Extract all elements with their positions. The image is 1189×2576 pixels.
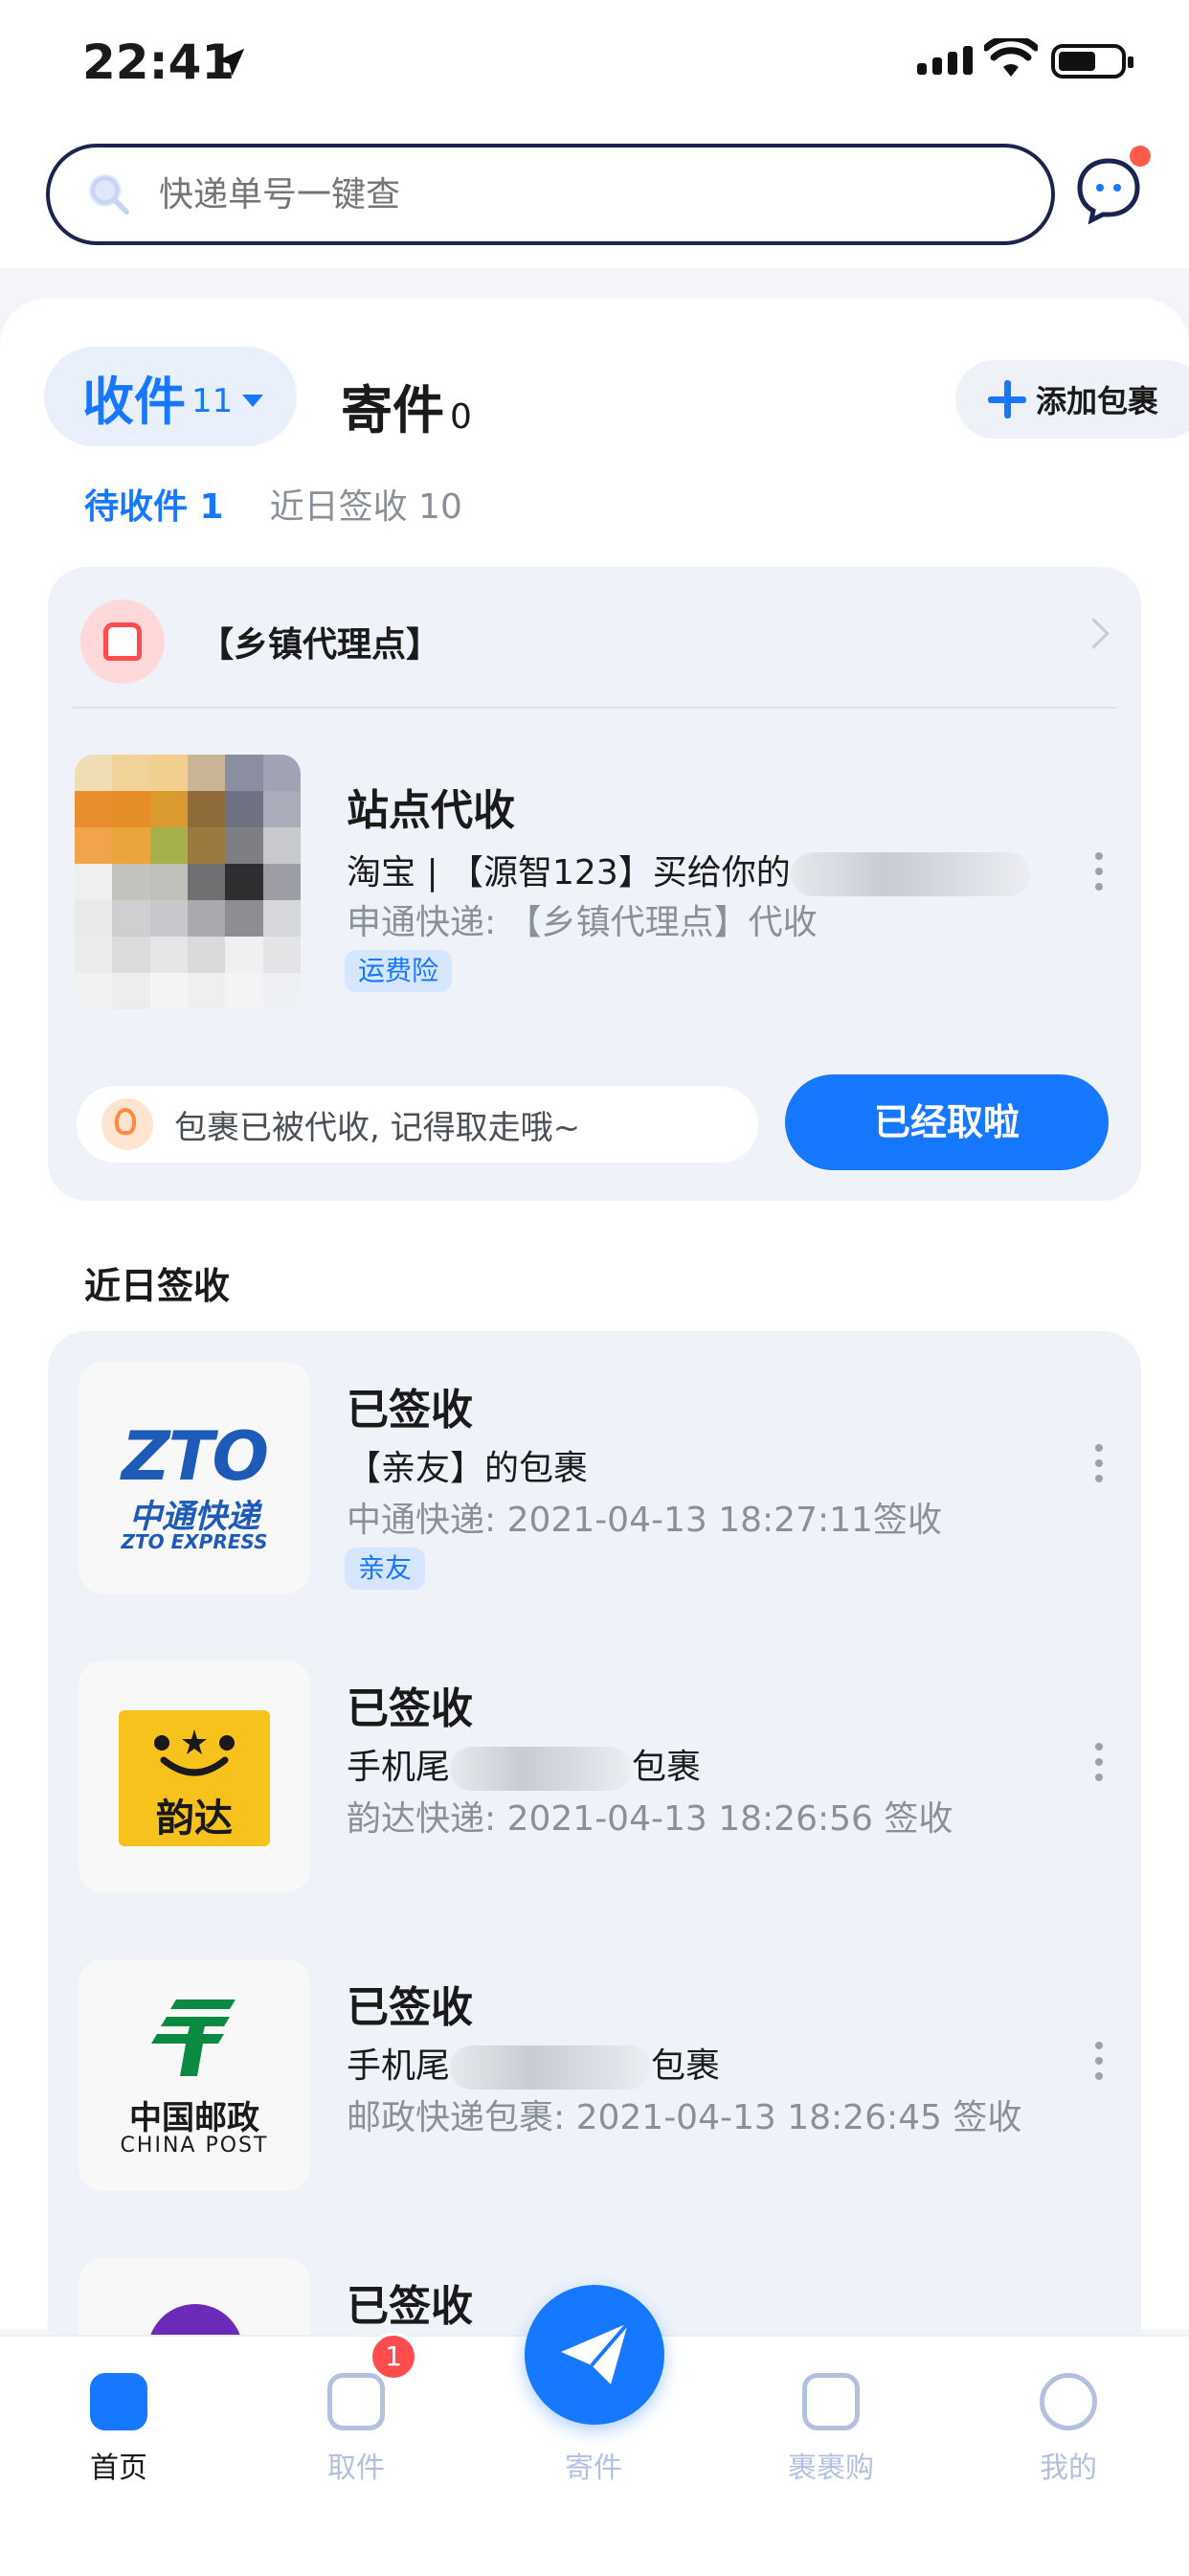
tab-send-count: 0 bbox=[450, 397, 472, 437]
station-row[interactable]: 【乡镇代理点】 bbox=[48, 567, 1141, 709]
more-options-icon[interactable] bbox=[1095, 1444, 1103, 1490]
package-status: 已签收 bbox=[347, 2282, 473, 2331]
zto-logo: ZTO 中通快递 ZTO EXPRESS bbox=[79, 1362, 310, 1593]
tab-receive-label: 收件 bbox=[82, 371, 186, 432]
profile-smile-icon bbox=[1040, 2373, 1097, 2430]
nav-home[interactable]: 首页 bbox=[33, 2356, 205, 2486]
message-unread-dot bbox=[1130, 146, 1151, 167]
redacted-text bbox=[450, 2045, 652, 2090]
pending-description-text: 淘宝 | 【源智123】买给你的 bbox=[347, 853, 791, 893]
relatives-badge: 亲友 bbox=[345, 1548, 426, 1590]
chevron-right-icon bbox=[1078, 618, 1110, 649]
main-card: 收件 11 寄件 0 添加包裹 待收件 1 近日签收 10 【乡镇代理点】 站点… bbox=[0, 299, 1189, 2490]
yunda-logo: 韵达 bbox=[79, 1661, 310, 1892]
nav-pickup[interactable]: 取件 bbox=[270, 2356, 442, 2486]
location-arrow-icon bbox=[216, 48, 245, 77]
nav-shop[interactable]: 裹裹购 bbox=[745, 2356, 917, 2486]
list-item[interactable]: 韵达 已签收 手机尾 包裹 韵达快递: 2021-04-13 18:26:56 签… bbox=[48, 1630, 1141, 1917]
search-bar[interactable] bbox=[46, 144, 1055, 245]
redacted-text bbox=[790, 852, 1030, 896]
tab-send-label: 寄件 bbox=[341, 380, 444, 441]
pending-description: 淘宝 | 【源智123】买给你的 bbox=[347, 845, 1030, 896]
send-fab-button[interactable] bbox=[525, 2285, 664, 2425]
shopping-bag-icon bbox=[802, 2373, 860, 2430]
station-avatar-icon bbox=[80, 599, 165, 684]
package-description: 手机尾 包裹 bbox=[347, 1739, 701, 1791]
subtab-pending[interactable]: 待收件 1 bbox=[84, 479, 224, 529]
more-options-icon[interactable] bbox=[1095, 1743, 1103, 1789]
station-name: 【乡镇代理点】 bbox=[199, 625, 441, 665]
nav-pickup-label: 取件 bbox=[327, 2452, 385, 2485]
paper-plane-icon bbox=[561, 2321, 630, 2384]
tab-send[interactable]: 寄件 0 bbox=[341, 368, 472, 443]
package-status: 已签收 bbox=[347, 1684, 473, 1733]
china-post-logo: 中国邮政 CHINA POST bbox=[79, 1959, 310, 2191]
add-package-button[interactable]: 添加包裹 bbox=[955, 360, 1189, 439]
home-icon bbox=[90, 2373, 147, 2430]
pending-status-title: 站点代收 bbox=[347, 786, 515, 835]
more-options-icon[interactable] bbox=[1095, 852, 1103, 898]
list-item[interactable]: ZTO 中通快递 ZTO EXPRESS 已签收 【亲友】的包裹 中通快递: 2… bbox=[48, 1331, 1141, 1618]
divider bbox=[73, 707, 1116, 709]
plus-icon bbox=[988, 380, 1026, 418]
nav-mine-label: 我的 bbox=[1040, 2452, 1097, 2485]
package-sign-info: 韵达快递: 2021-04-13 18:26:56 签收 bbox=[347, 1799, 953, 1839]
package-description: 手机尾 包裹 bbox=[347, 2038, 720, 2090]
battery-icon bbox=[1051, 44, 1133, 79]
sub-tabs: 待收件 1 近日签收 10 bbox=[84, 479, 462, 529]
search-input[interactable] bbox=[157, 173, 927, 215]
already-picked-up-button[interactable]: 已经取啦 bbox=[785, 1074, 1109, 1170]
package-status: 已签收 bbox=[347, 1386, 473, 1435]
add-package-label: 添加包裹 bbox=[1036, 383, 1159, 419]
nav-mine[interactable]: 我的 bbox=[982, 2356, 1155, 2486]
search-header bbox=[0, 124, 1189, 268]
nav-shop-label: 裹裹购 bbox=[788, 2452, 874, 2485]
package-sign-info: 邮政快递包裹: 2021-04-13 18:26:45 签收 bbox=[347, 2098, 1022, 2137]
redacted-text bbox=[450, 1747, 633, 1791]
pickup-notice-text: 包裹已被代收, 记得取走哦~ bbox=[174, 1108, 581, 1147]
tab-receive[interactable]: 收件 11 bbox=[44, 347, 297, 446]
nav-home-label: 首页 bbox=[90, 2452, 147, 2485]
freight-insurance-badge: 运费险 bbox=[345, 950, 453, 992]
wifi-icon bbox=[984, 38, 1038, 77]
pickup-notice: 包裹已被代收, 记得取走哦~ bbox=[77, 1086, 758, 1163]
recent-section-title: 近日签收 bbox=[84, 1265, 231, 1307]
pending-package-card[interactable]: 【乡镇代理点】 站点代收 淘宝 | 【源智123】买给你的 申通快递: 【乡镇代… bbox=[48, 567, 1141, 1201]
pickup-box-icon bbox=[327, 2373, 385, 2430]
package-description: 【亲友】的包裹 bbox=[347, 1449, 589, 1488]
pending-courier-info: 申通快递: 【乡镇代理点】代收 bbox=[347, 903, 818, 942]
list-item[interactable]: 中国邮政 CHINA POST 已签收 手机尾 包裹 邮政快递包裹: 2021-0… bbox=[48, 1929, 1141, 2216]
package-sign-info: 中通快递: 2021-04-13 18:27:11签收 bbox=[347, 1501, 942, 1540]
search-icon bbox=[89, 174, 129, 215]
subtab-recent[interactable]: 近日签收 10 bbox=[270, 479, 462, 529]
china-post-emblem-icon bbox=[151, 2000, 236, 2076]
nav-send-label: 寄件 bbox=[565, 2452, 622, 2485]
message-icon[interactable] bbox=[1074, 155, 1143, 224]
more-options-icon[interactable] bbox=[1095, 2042, 1103, 2088]
package-status: 已签收 bbox=[347, 1983, 473, 2032]
product-thumbnail bbox=[75, 755, 301, 1009]
recent-package-list: ZTO 中通快递 ZTO EXPRESS 已签收 【亲友】的包裹 中通快递: 2… bbox=[48, 1331, 1141, 2490]
tab-receive-count: 11 bbox=[191, 382, 234, 420]
status-bar: 22:41 bbox=[0, 0, 1189, 124]
signal-icon bbox=[917, 46, 973, 75]
dropdown-triangle-icon bbox=[242, 394, 264, 407]
lightbulb-icon bbox=[101, 1098, 153, 1150]
yunda-face-icon bbox=[154, 1729, 235, 1776]
pickup-count-badge: 1 bbox=[370, 2333, 417, 2381]
